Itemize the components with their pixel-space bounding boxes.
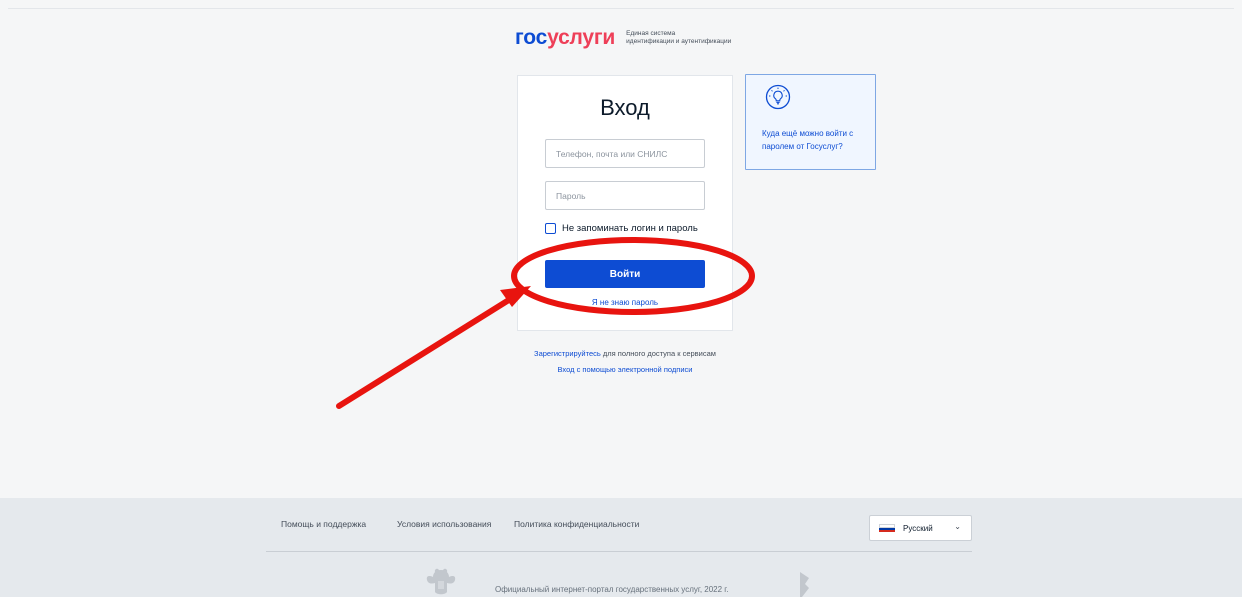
remember-checkbox-row[interactable]: Не запоминать логин и пароль — [545, 223, 698, 234]
info-card-text[interactable]: Куда ещё можно войти с паролем от Госусл… — [762, 127, 862, 153]
login-input[interactable] — [545, 139, 705, 168]
footer — [0, 498, 1242, 597]
coat-of-arms-icon — [426, 568, 456, 595]
forgot-password-link[interactable]: Я не знаю пароль — [517, 298, 733, 307]
register-link[interactable]: Зарегистрируйтесь — [534, 349, 601, 358]
footer-divider — [266, 551, 972, 552]
footer-terms-link[interactable]: Условия использования — [397, 519, 491, 529]
page-title: Вход — [600, 95, 650, 120]
chevron-down-icon: ⌄ — [954, 522, 961, 531]
ministry-logo-icon — [800, 572, 809, 597]
register-line: Зарегистрируйтесь для полного доступа к … — [430, 349, 820, 358]
language-select[interactable]: Русский ⌄ — [869, 515, 972, 541]
copyright-text: Официальный интернет-портал государствен… — [495, 585, 729, 594]
language-label: Русский — [903, 523, 933, 533]
logo-subtitle: Единая система идентификации и аутентифик… — [626, 29, 732, 45]
login-button[interactable]: Войти — [545, 260, 705, 288]
e-signature-link[interactable]: Вход с помощью электронной подписи — [430, 365, 820, 374]
russian-flag-icon — [879, 523, 895, 533]
footer-privacy-link[interactable]: Политика конфиденциальности — [514, 519, 639, 529]
logo-wordmark: госуслуги — [515, 26, 616, 49]
footer-help-link[interactable]: Помощь и поддержка — [281, 519, 366, 529]
lightbulb-icon — [765, 84, 791, 110]
register-rest-text: для полного доступа к сервисам — [600, 349, 716, 358]
remember-checkbox-label[interactable]: Не запоминать логин и пароль — [562, 223, 698, 234]
gosuslugi-logo[interactable]: госуслуги Единая система идентификации и … — [515, 27, 746, 48]
remember-checkbox[interactable] — [545, 223, 556, 234]
password-input[interactable] — [545, 181, 705, 210]
